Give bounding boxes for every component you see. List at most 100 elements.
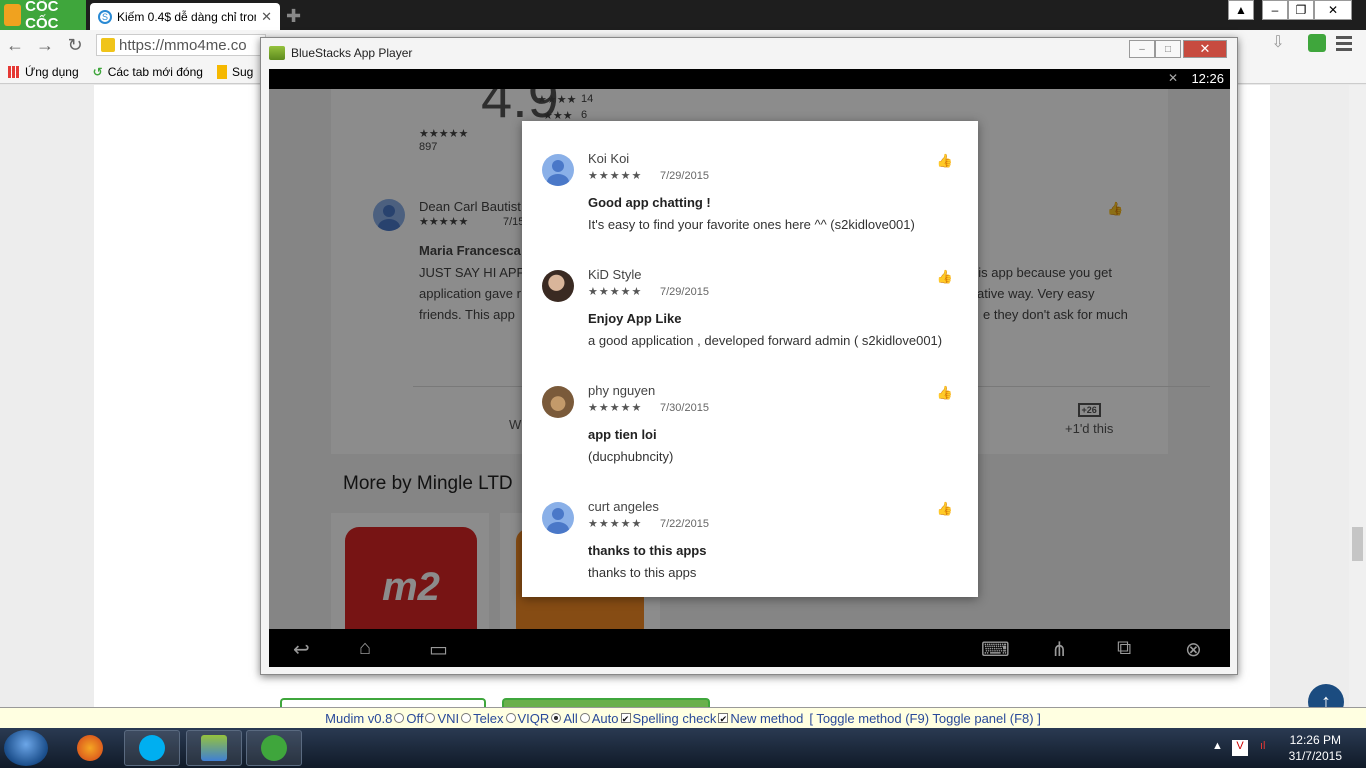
review-title: Good app chatting !: [588, 195, 711, 210]
new-tab-icon[interactable]: ✚: [286, 6, 301, 27]
review-author: curt angeles: [588, 499, 659, 514]
bookmark-suggested[interactable]: Sug: [216, 64, 253, 79]
radio-icon[interactable]: [505, 713, 516, 723]
back-arrow-icon[interactable]: ←: [0, 35, 30, 56]
avatar: [542, 154, 574, 186]
user-profile-button[interactable]: ▲: [1228, 0, 1254, 20]
mudim-option-auto[interactable]: Auto: [579, 711, 619, 726]
radio-icon[interactable]: [579, 713, 590, 723]
menu-icon[interactable]: [1336, 36, 1352, 54]
start-button[interactable]: [4, 730, 48, 766]
coccoc-taskbar-icon: [261, 735, 287, 761]
history-icon: ↺: [92, 64, 103, 79]
bookmark-apps[interactable]: Ứng dụng: [8, 65, 79, 79]
url-field[interactable]: https://mmo4me.co: [96, 34, 266, 56]
review-stars: ★★★★★: [588, 286, 643, 298]
brand-text: CỐC CỐC: [25, 0, 59, 32]
taskbar-firefox[interactable]: [62, 730, 118, 766]
apps-grid-icon: [8, 65, 20, 78]
avatar: [542, 502, 574, 534]
radio-icon[interactable]: [551, 713, 562, 723]
taskbar-coccoc[interactable]: [246, 730, 302, 766]
page-scrollbar[interactable]: [1349, 85, 1366, 707]
mudim-panel: Mudim v0.8 Off VNI Telex VIQR All Auto ✔…: [0, 707, 1366, 728]
review-date: 7/22/2015: [660, 518, 709, 530]
review-body: thanks to this apps: [588, 565, 697, 580]
review-body: It's easy to find your favorite ones her…: [588, 217, 915, 232]
windows-taskbar: ▲ V ıl 12:26 PM 31/7/2015: [0, 728, 1366, 768]
scrollbar-thumb[interactable]: [1352, 527, 1363, 561]
review-item: KiD Style ★★★★★ 7/29/2015 Enjoy App Like…: [522, 267, 978, 383]
checkbox-icon[interactable]: ✔: [620, 713, 631, 724]
bluestacks-taskbar-icon: [201, 735, 227, 761]
thumb-rate-icon[interactable]: 👍: [936, 501, 954, 519]
lock-warning-icon: [101, 38, 115, 52]
mudim-option-vni[interactable]: VNI: [425, 711, 459, 726]
minimize-button[interactable]: –: [1262, 0, 1288, 20]
taskbar-bluestacks[interactable]: [186, 730, 242, 766]
review-stars: ★★★★★: [588, 402, 643, 414]
taskbar-skype[interactable]: [124, 730, 180, 766]
recent-apps-icon[interactable]: ▭: [429, 637, 448, 662]
coccoc-logo[interactable]: CỐC CỐC: [0, 0, 86, 32]
screen-rotate-icon[interactable]: ⧉: [1117, 637, 1131, 660]
browser-tab[interactable]: S Kiếm 0.4$ dễ dàng chỉ trong ✕: [90, 3, 280, 30]
review-date: 7/30/2015: [660, 402, 709, 414]
thumb-rate-icon[interactable]: 👍: [936, 269, 954, 287]
system-clock[interactable]: 12:26 PM 31/7/2015: [1289, 732, 1342, 764]
review-body: a good application , developed forward a…: [588, 333, 943, 348]
home-icon[interactable]: ⌂: [359, 637, 371, 660]
keyboard-icon[interactable]: ⌨: [981, 637, 1010, 662]
mudim-option-all[interactable]: All: [551, 711, 578, 726]
android-status-bar: ✕ 12:26: [269, 69, 1230, 89]
mudim-version: Mudim v0.8: [325, 710, 393, 726]
tab-close-icon[interactable]: ✕: [261, 9, 272, 25]
radio-icon[interactable]: [461, 713, 472, 723]
mudim-new-method[interactable]: ✔ New method: [718, 711, 803, 726]
skype-favicon-icon: S: [98, 9, 112, 24]
browser-tab-bar: CỐC CỐC S Kiếm 0.4$ dễ dàng chỉ trong ✕ …: [0, 0, 1366, 32]
thumb-rate-icon[interactable]: 👍: [936, 153, 954, 171]
back-icon[interactable]: ↩: [293, 637, 310, 662]
extension-icon[interactable]: [1308, 34, 1326, 52]
bluestacks-titlebar: BlueStacks App Player: [261, 38, 1237, 68]
bs-minimize-button[interactable]: –: [1129, 40, 1155, 58]
maximize-button[interactable]: ❐: [1288, 0, 1314, 20]
review-author: KiD Style: [588, 267, 642, 282]
thumb-rate-icon[interactable]: 👍: [936, 385, 954, 403]
bs-maximize-button[interactable]: □: [1155, 40, 1181, 58]
review-title: app tien loi: [588, 427, 657, 442]
review-item: curt angeles ★★★★★ 7/22/2015 thanks to t…: [522, 499, 978, 615]
mudim-option-telex[interactable]: Telex: [461, 711, 504, 726]
tab-title: Kiếm 0.4$ dễ dàng chỉ trong: [117, 9, 257, 24]
mudim-option-viqr[interactable]: VIQR: [505, 711, 549, 726]
bs-close-button[interactable]: ✕: [1183, 40, 1227, 58]
vietnamese-input-icon[interactable]: V: [1232, 740, 1248, 756]
avatar: [542, 270, 574, 302]
mudim-toggles[interactable]: [ Toggle method (F9) Toggle panel (F8) ]: [809, 711, 1040, 726]
checkbox-icon[interactable]: ✔: [718, 713, 729, 724]
bluestacks-window: BlueStacks App Player – □ ✕ ✕ 12:26 4.9 …: [260, 37, 1238, 675]
share-icon[interactable]: ⋔: [1051, 637, 1068, 662]
radio-icon[interactable]: [425, 713, 436, 723]
mute-icon: ✕: [1167, 71, 1178, 85]
close-app-icon[interactable]: ⊗: [1185, 637, 1202, 662]
close-window-button[interactable]: ✕: [1314, 0, 1352, 20]
skype-icon: [139, 735, 165, 761]
review-date: 7/29/2015: [660, 170, 709, 182]
coccoc-leaf-icon: [4, 4, 22, 26]
mudim-spelling-check[interactable]: ✔ Spelling check: [620, 711, 716, 726]
review-item: Koi Koi ★★★★★ 7/29/2015 Good app chattin…: [522, 151, 978, 267]
review-date: 7/29/2015: [660, 286, 709, 298]
network-icon[interactable]: ıl: [1260, 740, 1266, 752]
download-icon[interactable]: ⇩: [1266, 32, 1290, 56]
status-time: 12:26: [1191, 71, 1224, 86]
review-body: (ducphubncity): [588, 449, 674, 464]
mudim-option-off[interactable]: Off: [394, 711, 423, 726]
reload-icon[interactable]: ↻: [60, 35, 90, 56]
forward-arrow-icon[interactable]: →: [30, 35, 60, 56]
radio-icon[interactable]: [394, 713, 405, 723]
bookmark-recent-tabs[interactable]: ↺ Các tab mới đóng: [93, 65, 203, 79]
review-item: phy nguyen ★★★★★ 7/30/2015 app tien loi …: [522, 383, 978, 499]
tray-expand-icon[interactable]: ▲: [1212, 740, 1223, 752]
